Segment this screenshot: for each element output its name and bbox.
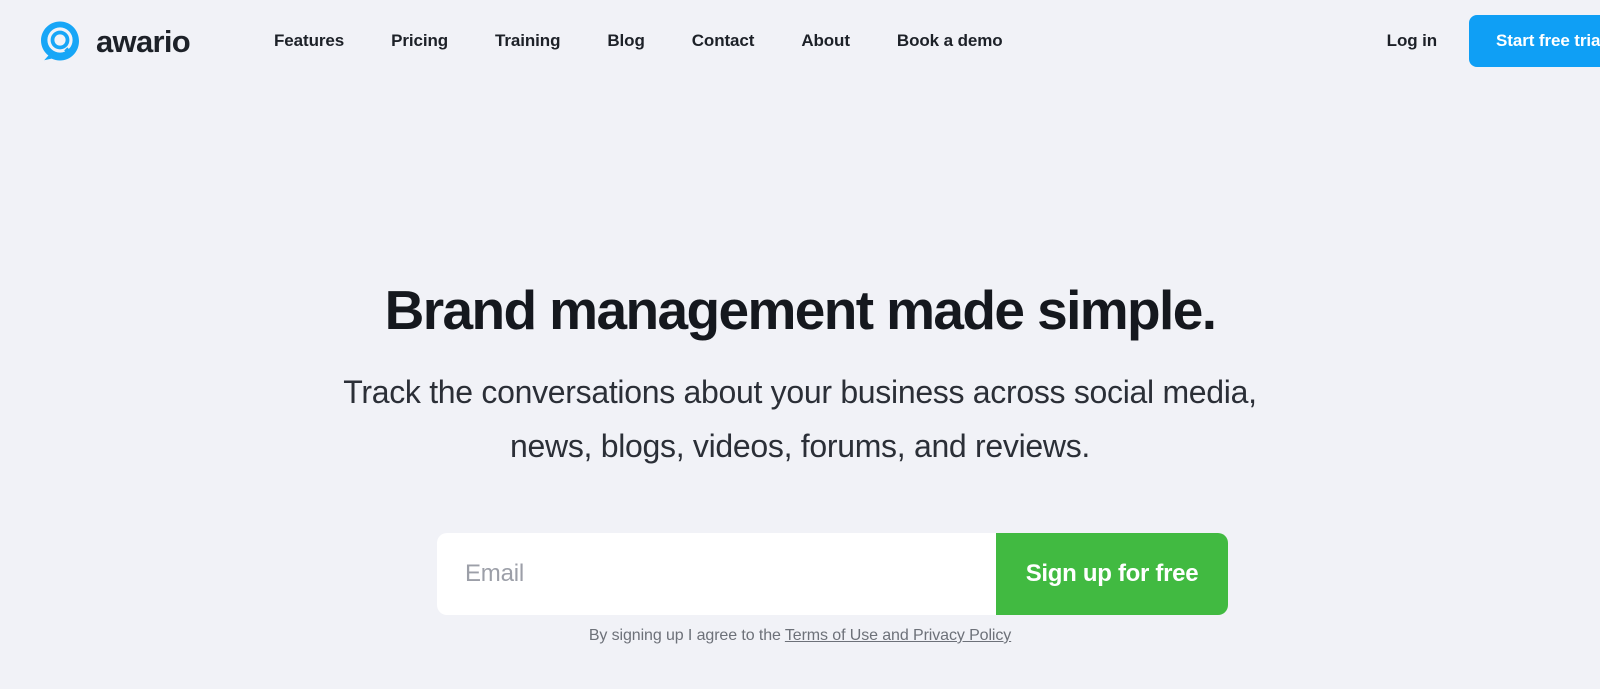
terms-prefix-text: By signing up I agree to the [588,627,785,644]
hero-subheadline-line1: Track the conversations about your busin… [343,373,1257,410]
awario-logo-icon [41,21,79,61]
hero-subheadline: Track the conversations about your busin… [270,366,1330,474]
start-free-trial-button[interactable]: Start free trial [1469,15,1600,67]
nav-item-blog[interactable]: Blog [607,23,644,59]
hero-subheadline-line2: news, blogs, videos, forums, and reviews… [510,427,1090,464]
main-navigation: Features Pricing Training Blog Contact A… [274,23,1003,59]
site-header: awario Features Pricing Training Blog Co… [0,0,1600,82]
signup-form: Sign up for free [437,533,1228,615]
nav-item-about[interactable]: About [801,23,850,59]
brand-name: awario [96,23,191,59]
nav-item-book-a-demo[interactable]: Book a demo [897,23,1003,59]
nav-item-contact[interactable]: Contact [692,23,755,59]
header-actions: Log in Start free trial [1387,0,1600,82]
nav-item-pricing[interactable]: Pricing [391,23,448,59]
terms-and-privacy-link[interactable]: Terms of Use and Privacy Policy [785,627,1011,644]
brand-logo-link[interactable]: awario [38,19,191,63]
email-input[interactable] [437,533,996,615]
hero-section: Brand management made simple. Track the … [0,82,1600,473]
landing-page: awario Features Pricing Training Blog Co… [0,0,1600,689]
nav-item-training[interactable]: Training [495,23,560,59]
hero-headline: Brand management made simple. [384,279,1217,341]
sign-up-for-free-button[interactable]: Sign up for free [996,533,1228,615]
nav-item-features[interactable]: Features [274,23,344,59]
terms-notice: By signing up I agree to the Terms of Us… [0,627,1600,645]
login-link[interactable]: Log in [1387,31,1437,51]
